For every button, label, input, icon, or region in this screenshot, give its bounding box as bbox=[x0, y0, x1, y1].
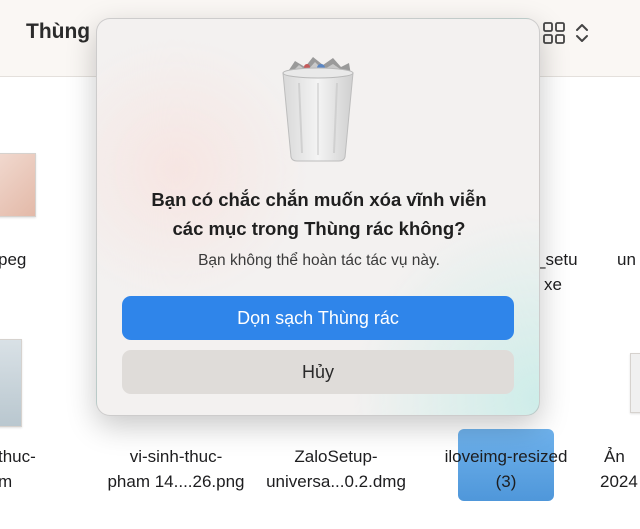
file-thumbnail[interactable] bbox=[0, 339, 22, 427]
trash-icon bbox=[282, 57, 354, 162]
file-thumbnail[interactable] bbox=[630, 353, 640, 413]
grid-view-icon[interactable] bbox=[542, 21, 566, 45]
file-label[interactable]: un bbox=[617, 247, 636, 272]
window-title: Thùng bbox=[26, 20, 91, 43]
file-label[interactable]: _setu xe bbox=[536, 247, 578, 297]
dialog-title: Bạn có chắc chắn muốn xóa vĩnh viễn các … bbox=[117, 185, 521, 243]
file-label[interactable]: iloveimg-resized (3) bbox=[428, 444, 584, 494]
file-label[interactable]: thuc- m bbox=[0, 444, 36, 494]
file-label[interactable]: ZaloSetup- universa...0.2.dmg bbox=[255, 444, 417, 494]
dialog-title-line: các mục trong Thùng rác không? bbox=[172, 218, 466, 239]
empty-trash-button[interactable]: Dọn sạch Thùng rác bbox=[122, 296, 514, 340]
chevron-updown-icon[interactable] bbox=[574, 20, 590, 46]
file-label[interactable]: vi-sinh-thuc- pham 14....26.png bbox=[100, 444, 252, 494]
empty-trash-dialog: Bạn có chắc chắn muốn xóa vĩnh viễn các … bbox=[96, 18, 540, 416]
dialog-message: Bạn không thể hoàn tác tác vụ này. bbox=[198, 252, 440, 269]
file-label[interactable]: Ản 2024 bbox=[600, 444, 638, 494]
cancel-button[interactable]: Hủy bbox=[122, 350, 514, 394]
dialog-title-line: Bạn có chắc chắn muốn xóa vĩnh viễn bbox=[151, 189, 487, 210]
file-label[interactable]: peg bbox=[0, 247, 26, 272]
file-thumbnail[interactable] bbox=[0, 153, 36, 217]
